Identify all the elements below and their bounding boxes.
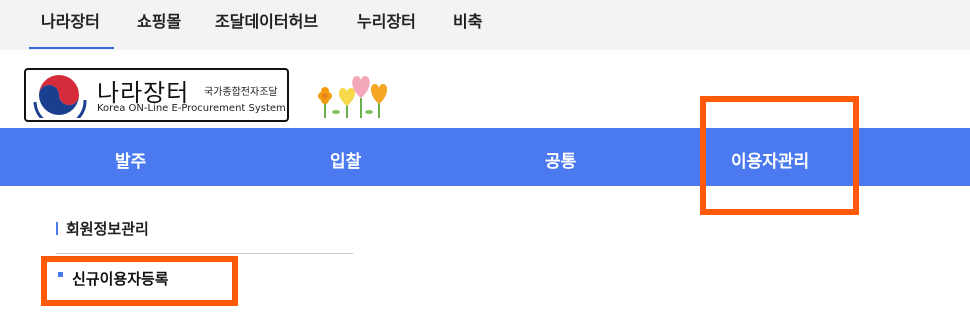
- tab-data-hub[interactable]: 조달데이터허브: [215, 8, 318, 32]
- logo-subtitle: 국가종합전자조달: [204, 87, 278, 98]
- menu-order[interactable]: 발주: [115, 147, 146, 172]
- tab-stockpile[interactable]: 비축: [453, 8, 482, 32]
- site-tabs-bar: 나라장터 쇼핑몰 조달데이터허브 누리장터 비축: [0, 0, 970, 50]
- highlight-box-new-user-registration: [41, 256, 238, 306]
- tab-nuri-jangteo[interactable]: 누리장터: [357, 8, 416, 32]
- highlight-box-user-management: [700, 96, 859, 215]
- menu-bidding[interactable]: 입찰: [330, 147, 361, 172]
- site-logo[interactable]: 나라장터 국가종합전자조달 Korea ON-Line E-Procuremen…: [24, 68, 289, 122]
- section-divider: [56, 253, 353, 254]
- section-title-marker: [56, 222, 58, 235]
- taegeuk-emblem-icon: [33, 74, 87, 118]
- logo-english-name: Korea ON-Line E-Procurement System: [97, 103, 286, 114]
- tab-shopping-mall[interactable]: 쇼핑몰: [137, 8, 181, 32]
- tab-narajangteo[interactable]: 나라장터: [29, 8, 114, 49]
- flower-heart-decoration-icon: [318, 76, 388, 118]
- menu-common[interactable]: 공통: [545, 147, 576, 172]
- section-title-member-info: 회원정보관리: [66, 220, 149, 238]
